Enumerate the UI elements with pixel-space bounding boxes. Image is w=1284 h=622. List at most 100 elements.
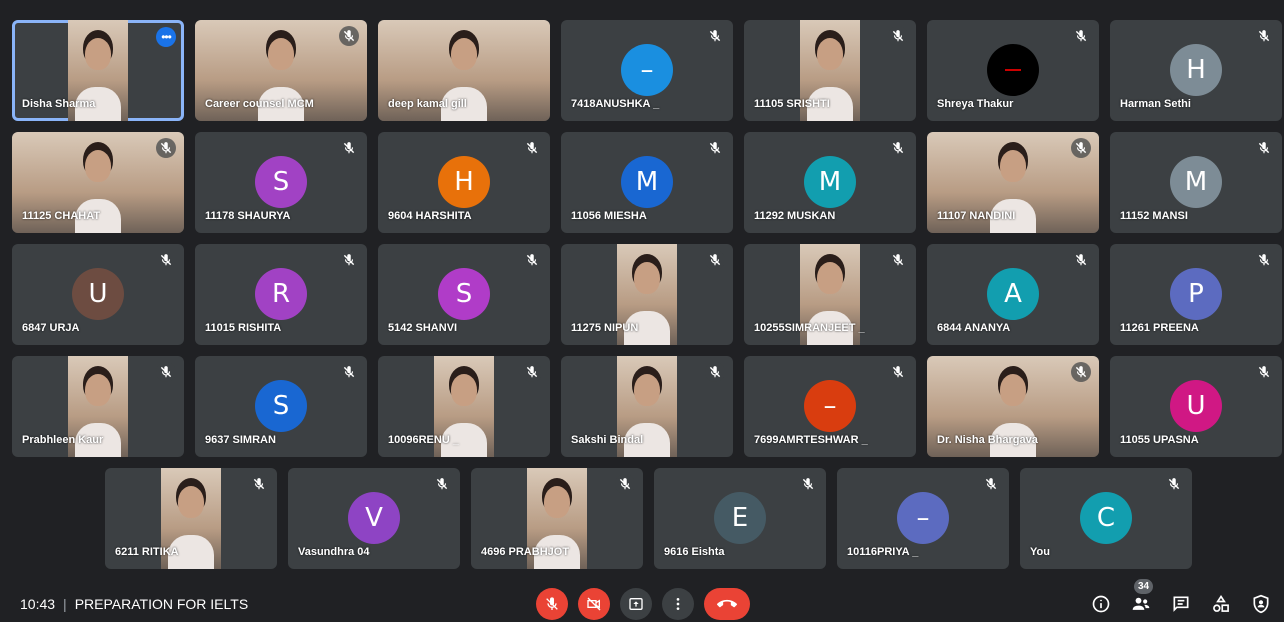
participant-name: 5142 SHANVI: [388, 322, 458, 334]
mic-off-icon: [522, 362, 542, 382]
participant-name: You: [1030, 546, 1050, 558]
participant-tile[interactable]: S 5142 SHANVI: [378, 244, 550, 345]
participant-tile[interactable]: E 9616 Eishta: [654, 468, 826, 569]
participant-tile[interactable]: Dr. Nisha Bhargava: [927, 356, 1099, 457]
participant-tile[interactable]: 11275 NIPUN: [561, 244, 733, 345]
end-call-button[interactable]: [704, 588, 750, 620]
participant-tile[interactable]: 11125 CHAHAT: [12, 132, 184, 233]
mic-off-icon: [339, 26, 359, 46]
activities-button[interactable]: [1210, 593, 1232, 615]
participant-name: 10255SIMRANJEET _: [754, 322, 865, 334]
mic-off-icon: [1166, 476, 1182, 492]
participant-tile[interactable]: 6211 RITIKA: [105, 468, 277, 569]
participant-tile[interactable]: 4696 PRABHJOT: [471, 468, 643, 569]
participant-tile[interactable]: M 11152 MANSI: [1110, 132, 1282, 233]
participant-row: 11125 CHAHAT S 11178 SHAURYA H 9604 HARSHITA…: [12, 132, 1284, 233]
participant-name: 11105 SRISHTI: [754, 98, 830, 110]
participant-tile[interactable]: V Vasundhra 04: [288, 468, 460, 569]
mic-off-icon: [1256, 364, 1272, 380]
participant-tile[interactable]: M 11292 MUSKAN: [744, 132, 916, 233]
participant-tile[interactable]: U 6847 URJA: [12, 244, 184, 345]
participant-name: 4696 PRABHJOT: [481, 546, 570, 558]
participant-name: Dr. Nisha Bhargava: [937, 434, 1038, 446]
participant-tile[interactable]: deep kamal gill: [378, 20, 550, 121]
participant-avatar: A: [987, 268, 1039, 320]
participant-avatar: M: [804, 156, 856, 208]
participant-row: Prabhleen Kaur S 9637 SIMRAN 10096RENU _ Sak…: [12, 356, 1284, 457]
mic-off-icon: [707, 28, 723, 44]
mic-off-icon: [158, 252, 174, 268]
participant-name: 11178 SHAURYA: [205, 210, 291, 222]
host-controls-icon: [1253, 594, 1269, 614]
participant-avatar: C: [1080, 492, 1132, 544]
participant-row: 6211 RITIKA V Vasundhra 04 4696 PRABHJOT E 96…: [12, 468, 1284, 569]
present-icon: [629, 598, 643, 610]
host-controls-button[interactable]: [1250, 593, 1272, 615]
participant-tile[interactable]: – 10116PRIYA _: [837, 468, 1009, 569]
mic-off-icon: [705, 250, 725, 270]
participant-name: 11015 RISHITA: [205, 322, 282, 334]
more-options-icon[interactable]: •••: [156, 27, 176, 47]
participant-tile[interactable]: A 6844 ANANYA: [927, 244, 1099, 345]
participant-tile[interactable]: 10096RENU _: [378, 356, 550, 457]
present-button[interactable]: [620, 588, 652, 620]
participant-name: 11125 CHAHAT: [22, 210, 101, 222]
mic-off-icon: [1071, 362, 1091, 382]
call-controls: [536, 588, 750, 620]
participant-tile[interactable]: P 11261 PREENA: [1110, 244, 1282, 345]
mic-off-icon: [341, 140, 357, 156]
participant-avatar: –: [897, 492, 949, 544]
participant-tile[interactable]: S 9637 SIMRAN: [195, 356, 367, 457]
participant-name: Disha Sharma: [22, 98, 96, 110]
participant-avatar: –: [621, 44, 673, 96]
participant-avatar: H: [1170, 44, 1222, 96]
participant-tile[interactable]: S 11178 SHAURYA: [195, 132, 367, 233]
participant-name: Vasundhra 04: [298, 546, 370, 558]
participant-name: Shreya Thakur: [937, 98, 1014, 110]
meeting-details[interactable]: 10:43 | PREPARATION FOR IELTS: [20, 596, 248, 612]
participant-tile[interactable]: Career counsel MCM: [195, 20, 367, 121]
participant-tile[interactable]: 11105 SRISHTI: [744, 20, 916, 121]
people-button[interactable]: 34: [1130, 579, 1154, 615]
participant-name: 7418ANUSHKA _: [571, 98, 660, 110]
mic-off-icon: [546, 597, 558, 610]
participant-tile[interactable]: M 11056 MIESHA: [561, 132, 733, 233]
mic-off-icon: [983, 476, 999, 492]
participant-avatar: H: [438, 156, 490, 208]
participant-avatar: U: [1170, 380, 1222, 432]
mic-off-icon: [615, 474, 635, 494]
mic-off-icon: [341, 364, 357, 380]
more-options-button[interactable]: [662, 588, 694, 620]
participant-avatar: U: [72, 268, 124, 320]
mic-off-icon: [1071, 138, 1091, 158]
participant-tile[interactable]: H 9604 HARSHITA: [378, 132, 550, 233]
participant-tile[interactable]: – 7418ANUSHKA _: [561, 20, 733, 121]
participant-name: 10116PRIYA _: [847, 546, 919, 558]
participant-name: Sakshi Bindal: [571, 434, 644, 446]
participant-name: 11292 MUSKAN: [754, 210, 836, 222]
side-controls: 34: [1090, 579, 1272, 615]
participant-tile[interactable]: H Harman Sethi: [1110, 20, 1282, 121]
mic-off-icon: [707, 140, 723, 156]
mic-off-icon: [156, 362, 176, 382]
camera-toggle-button[interactable]: [578, 588, 610, 620]
participant-tile[interactable]: – 7699AMRTESHWAR _: [744, 356, 916, 457]
participant-tile[interactable]: Shreya Thakur: [927, 20, 1099, 121]
chat-button[interactable]: [1170, 593, 1192, 615]
participant-name: Harman Sethi: [1120, 98, 1191, 110]
participant-tile[interactable]: U 11055 UPASNA: [1110, 356, 1282, 457]
participant-tile[interactable]: 11107 NANDINI: [927, 132, 1099, 233]
participant-name: 9637 SIMRAN: [205, 434, 276, 446]
mic-off-icon: [890, 364, 906, 380]
participant-tile[interactable]: R 11015 RISHITA: [195, 244, 367, 345]
people-icon: [1132, 597, 1150, 610]
mic-off-icon: [341, 252, 357, 268]
participant-tile[interactable]: Sakshi Bindal: [561, 356, 733, 457]
meeting-info-button[interactable]: [1090, 593, 1112, 615]
participant-tile[interactable]: 10255SIMRANJEET _: [744, 244, 916, 345]
participant-tile[interactable]: C You: [1020, 468, 1192, 569]
mic-toggle-button[interactable]: [536, 588, 568, 620]
participant-tile[interactable]: ••• Disha Sharma: [12, 20, 184, 121]
participant-name: 7699AMRTESHWAR _: [754, 434, 868, 446]
participant-tile[interactable]: Prabhleen Kaur: [12, 356, 184, 457]
